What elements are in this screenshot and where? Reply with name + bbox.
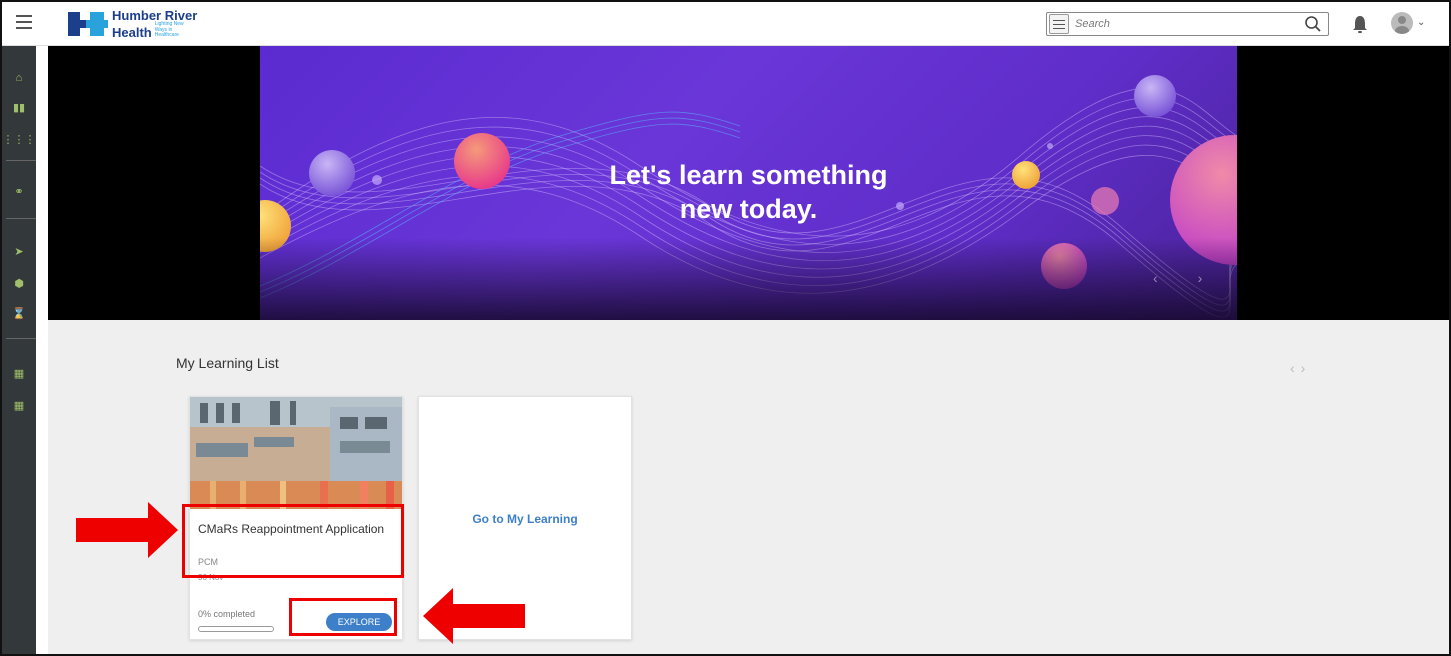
hamburger-menu-icon[interactable] [16, 15, 32, 29]
go-to-my-learning-link[interactable]: Go to My Learning [419, 512, 631, 526]
chevron-left-icon[interactable]: ‹ [1290, 360, 1301, 376]
logo-line2: Health [112, 24, 152, 40]
sidebar-divider [6, 160, 36, 161]
humber-river-health-logo[interactable]: Humber River Health Lighting New Ways in… [68, 8, 197, 40]
search-bar [1046, 12, 1329, 36]
send-icon[interactable]: ➤ [2, 242, 36, 262]
search-input[interactable] [1075, 14, 1295, 34]
user-avatar[interactable] [1391, 12, 1413, 34]
sidebar-divider [6, 218, 36, 219]
annotation-arrow-left-icon [423, 588, 525, 644]
my-learning-list-title: My Learning List [176, 355, 279, 371]
calendar-icon-2[interactable]: ▦ [2, 396, 36, 416]
chevron-left-icon[interactable]: ‹ [1153, 270, 1158, 286]
sidebar-divider [6, 338, 36, 339]
annotation-highlight-explore [289, 598, 397, 636]
progress-label: 0% completed [198, 609, 256, 619]
hero-headline-line1: Let's learn something [609, 160, 888, 190]
notification-bell-icon[interactable] [1352, 14, 1368, 34]
home-icon[interactable]: ⌂ [2, 68, 36, 88]
grid-icon[interactable]: ⋮⋮⋮ [2, 130, 36, 150]
hero-headline: Let's learn something new today. [260, 158, 1237, 226]
chevron-down-icon[interactable]: ⌄ [1417, 17, 1425, 28]
chevron-right-icon[interactable]: › [1301, 360, 1312, 376]
hexagon-icon[interactable]: ⬢ [2, 274, 36, 294]
calendar-icon[interactable]: ▦ [2, 364, 36, 384]
annotation-highlight-course-title [182, 504, 404, 578]
chevron-right-icon[interactable]: › [1198, 270, 1203, 286]
top-bar: Humber River Health Lighting New Ways in… [2, 2, 1449, 46]
filter-sliders-icon[interactable] [1049, 14, 1069, 34]
book-icon[interactable]: ▮▮ [2, 98, 36, 118]
course-thumbnail-image [190, 397, 402, 509]
search-icon[interactable] [1304, 15, 1322, 33]
left-sidebar: ⌂ ▮▮ ⋮⋮⋮ ⚭ ➤ ⬢ ⌛ ▦ ▦ [2, 46, 36, 654]
hero-banner: Let's learn something new today. ‹ › [260, 46, 1237, 320]
progress-bar [198, 626, 274, 632]
annotation-arrow-right-icon [76, 502, 178, 558]
globe-icon[interactable]: ⚭ [2, 182, 36, 202]
logo-mark-icon [68, 10, 108, 38]
logo-tagline: Lighting New Ways in Healthcare [154, 21, 184, 39]
hero-carousel-arrows: ‹ › [1153, 270, 1202, 286]
logo-text: Humber River Health Lighting New Ways in… [112, 9, 197, 39]
hourglass-icon[interactable]: ⌛ [2, 304, 36, 324]
learning-list-arrows: ‹› [1290, 360, 1311, 376]
hero-headline-line2: new today. [679, 194, 818, 224]
